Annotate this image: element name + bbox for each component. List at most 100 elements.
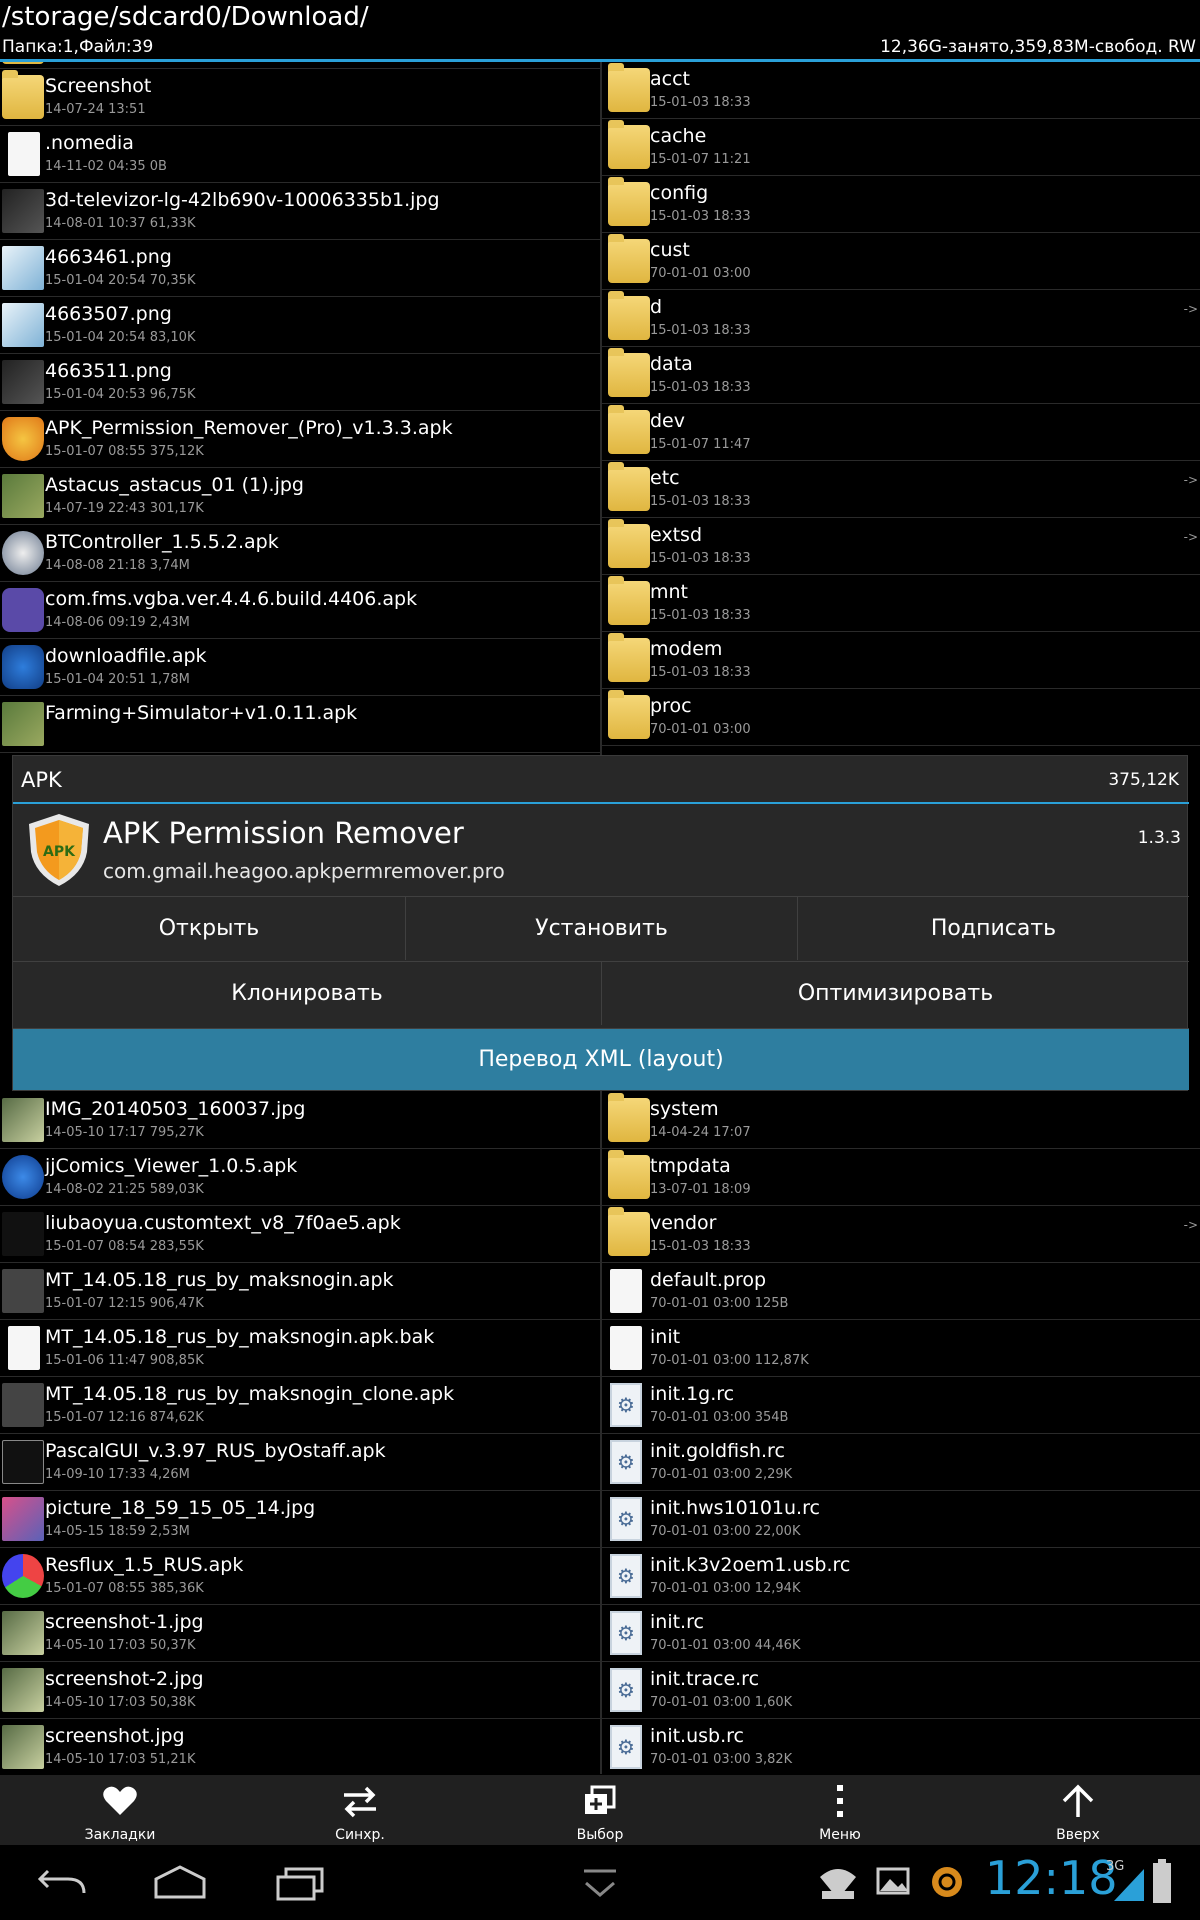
file-meta: 15-01-04 20:51 1,78M [45,672,190,687]
file-row[interactable]: screenshot-1.jpg 14-05-10 17:03 50,37K [0,1605,600,1662]
file-row[interactable]: jjComics_Viewer_1.0.5.apk 14-08-02 21:25 … [0,1149,600,1206]
file-row[interactable]: Screenshot 14-07-24 13:51 [0,69,600,126]
file-row[interactable]: BTController_1.5.5.2.apk 14-08-08 21:18 3… [0,525,600,582]
file-row[interactable]: screenshot.jpg 14-05-10 17:03 51,21K [0,1719,600,1774]
file-name: init.k3v2oem1.usb.rc [650,1554,851,1576]
app-notification-icon [932,1867,962,1897]
file-row[interactable]: PascalGUI_v.3.97_RUS_byOstaff.apk 14-09-1… [0,1434,600,1491]
file-row[interactable]: ⚙ init.rc 70-01-01 03:00 44,46K [602,1605,1200,1662]
file-row[interactable]: Resflux_1.5_RUS.apk 15-01-07 08:55 385,36… [0,1548,600,1605]
bookmarks-button[interactable]: Закладки [50,1775,190,1845]
file-row[interactable]: 4663511.png 15-01-04 20:53 96,75K [0,354,600,411]
file-row[interactable]: config 15-01-03 18:33 [602,176,1200,233]
optimize-button[interactable]: Оптимизировать [601,961,1189,1025]
clone-button[interactable]: Клонировать [13,961,601,1025]
home-icon[interactable] [150,1863,210,1903]
file-row[interactable]: Astacus_astacus_01 (1).jpg 14-07-19 22:43… [0,468,600,525]
file-name: 3d-televizor-lg-42lb690v-10006335b1.jpg [45,189,440,211]
file-row[interactable]: .nomedia 14-11-02 04:35 0B [0,126,600,183]
file-meta: 70-01-01 03:00 125B [650,1296,789,1311]
swap-arrows-icon [344,1786,376,1818]
file-row[interactable]: MT_14.05.18_rus_by_maksnogin.apk.bak 15-0… [0,1320,600,1377]
file-row[interactable]: 4663507.png 15-01-04 20:54 83,10K [0,297,600,354]
menu-button[interactable]: Меню [770,1775,910,1845]
file-row[interactable]: modem 15-01-03 18:33 [602,632,1200,689]
back-icon[interactable] [30,1863,90,1903]
file-row[interactable]: ⚙ init.goldfish.rc 70-01-01 03:00 2,29K [602,1434,1200,1491]
file-row[interactable]: data 15-01-03 18:33 [602,347,1200,404]
file-row[interactable]: extsd 15-01-03 18:33 -> [602,518,1200,575]
file-row[interactable]: ⚙ init.1g.rc 70-01-01 03:00 354B [602,1377,1200,1434]
recent-apps-icon[interactable] [270,1863,330,1903]
folder-icon [608,177,650,226]
file-row[interactable]: picture_18_59_15_05_14.jpg 14-05-15 18:59… [0,1491,600,1548]
file-row[interactable]: MT_14.05.18_rus_by_maksnogin_clone.apk 15… [0,1377,600,1434]
file-row[interactable]: cust 70-01-01 03:00 [602,233,1200,290]
file-name: 4663507.png [45,303,172,325]
path-header: /storage/sdcard0/Download/ Папка:1,Файл:… [0,0,1200,62]
image-thumbnail [2,702,44,746]
config-file-icon: ⚙ [610,1611,642,1655]
bottom-action-bar: Закладки Синхр. Выбор Меню Вверх [0,1775,1200,1845]
file-row[interactable]: ⚙ init.k3v2oem1.usb.rc 70-01-01 03:00 12,9… [602,1548,1200,1605]
file-meta: 15-01-07 11:21 [650,152,751,167]
file-row[interactable]: cache 15-01-07 11:21 [602,119,1200,176]
open-button[interactable]: Открыть [13,896,405,960]
file-name: data [650,353,693,375]
file-row[interactable]: d 15-01-03 18:33 -> [602,290,1200,347]
file-meta: 14-08-08 21:18 3,74M [45,558,190,573]
sign-button[interactable]: Подписать [797,896,1189,960]
hide-keyboard-icon[interactable] [570,1863,630,1903]
file-row[interactable]: system 14-04-24 17:07 [602,1092,1200,1149]
file-row[interactable]: liubaoyua.customtext_v8_7f0ae5.apk 15-01-… [0,1206,600,1263]
file-row[interactable]: MT_14.05.18_rus_by_maksnogin.apk 15-01-07… [0,1263,600,1320]
file-row[interactable]: proc 70-01-01 03:00 [602,689,1200,746]
file-row[interactable]: ⚙ init.hws10101u.rc 70-01-01 03:00 22,00K [602,1491,1200,1548]
file-row[interactable]: vendor 15-01-03 18:33 -> [602,1206,1200,1263]
config-file-icon: ⚙ [610,1383,642,1427]
file-row[interactable]: com.fms.vgba.ver.4.4.6.build.4406.apk 14-… [0,582,600,639]
image-thumbnail [2,360,44,404]
file-meta: 70-01-01 03:00 [650,266,751,281]
file-name: etc [650,467,680,489]
battery-icon [1153,1859,1171,1903]
file-name: d [650,296,663,318]
file-row[interactable]: acct 15-01-03 18:33 [602,62,1200,119]
file-row[interactable]: 4663461.png 15-01-04 20:54 70,35K [0,240,600,297]
file-row[interactable]: 3d-televizor-lg-42lb690v-10006335b1.jpg 1… [0,183,600,240]
image-notification-icon [876,1867,910,1895]
file-row[interactable]: screenshot-2.jpg 14-05-10 17:03 50,38K [0,1662,600,1719]
sync-button[interactable]: Синхр. [290,1775,430,1845]
file-row[interactable]: tmpdata 13-07-01 18:09 [602,1149,1200,1206]
folder-icon [608,519,650,568]
config-file-icon: ⚙ [610,1497,642,1541]
file-row[interactable]: init 70-01-01 03:00 112,87K [602,1320,1200,1377]
current-path[interactable]: /storage/sdcard0/Download/ [2,2,369,32]
file-meta: 14-08-02 21:25 589,03K [45,1182,204,1197]
select-button[interactable]: Выбор [530,1775,670,1845]
file-name: liubaoyua.customtext_v8_7f0ae5.apk [45,1212,401,1234]
file-row[interactable]: mnt 15-01-03 18:33 [602,575,1200,632]
file-row[interactable]: APK_Permission_Remover_(Pro)_v1.3.3.apk 1… [0,411,600,468]
up-button[interactable]: Вверх [1008,1775,1148,1845]
file-row[interactable]: ⚙ init.trace.rc 70-01-01 03:00 1,60K [602,1662,1200,1719]
file-meta: 15-01-07 12:15 906,47K [45,1296,204,1311]
translate-xml-button[interactable]: Перевод XML (layout) [13,1028,1189,1090]
app-icon [2,531,44,575]
config-file-icon: ⚙ [610,1668,642,1712]
file-meta: 15-01-03 18:33 [650,323,751,338]
file-row[interactable]: IMG_20140503_160037.jpg 14-05-10 17:17 79… [0,1092,600,1149]
file-row-partial[interactable] [0,62,600,69]
file-row[interactable]: ⚙ init.usb.rc 70-01-01 03:00 3,82K [602,1719,1200,1774]
file-row[interactable]: downloadfile.apk 15-01-04 20:51 1,78M [0,639,600,696]
file-row[interactable]: etc 15-01-03 18:33 -> [602,461,1200,518]
file-meta: 15-01-04 20:54 83,10K [45,330,196,345]
folder-icon [608,576,650,625]
file-row[interactable]: Farming+Simulator+v1.0.11.apk [0,696,600,753]
file-row[interactable]: default.prop 70-01-01 03:00 125B [602,1263,1200,1320]
file-row[interactable]: dev 15-01-07 11:47 [602,404,1200,461]
file-meta: 15-01-06 11:47 908,85K [45,1353,204,1368]
folder-icon [608,462,650,511]
install-button[interactable]: Установить [405,896,797,960]
file-name: dev [650,410,685,432]
